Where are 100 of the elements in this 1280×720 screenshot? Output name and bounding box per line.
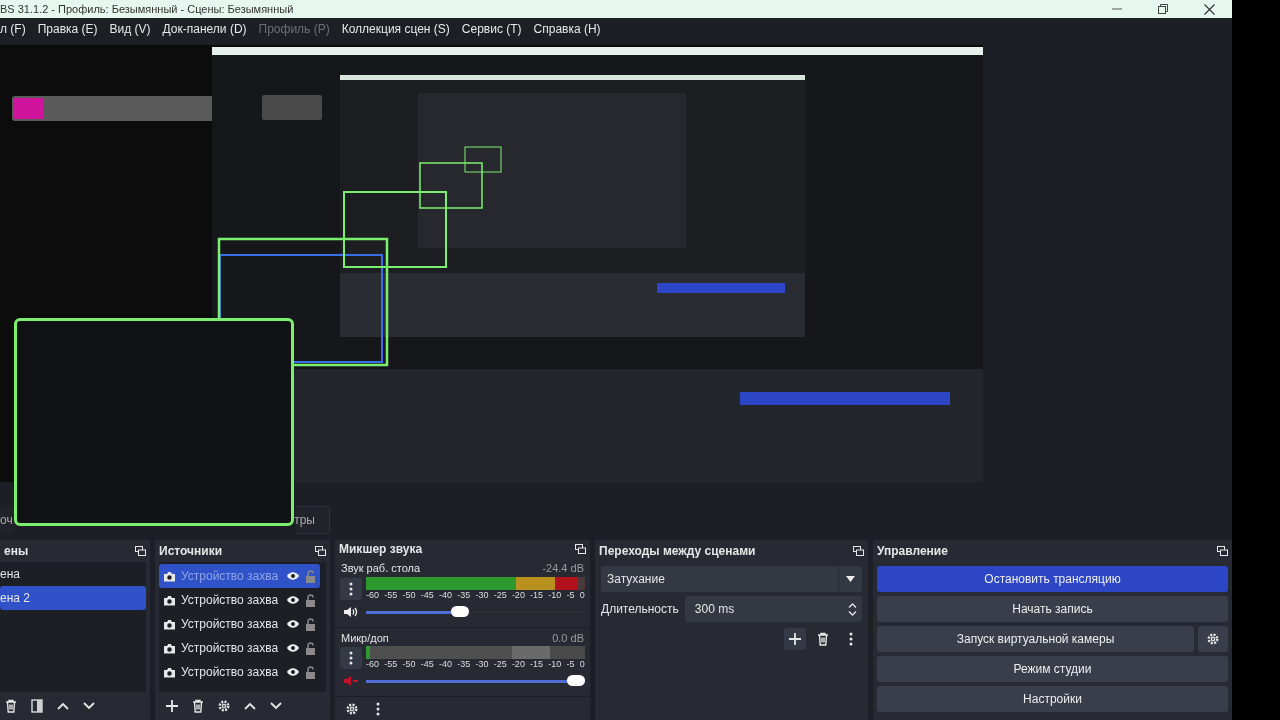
panel-title: Микшер звука xyxy=(339,541,423,558)
transition-dropdown[interactable]: Затухание xyxy=(601,566,862,592)
meter-tick-label: -25 xyxy=(493,659,507,671)
channel-name: Звук раб. стола xyxy=(341,561,421,577)
menu-item[interactable]: л (F) xyxy=(0,20,32,38)
panel-title: ены xyxy=(4,543,29,560)
eye-icon[interactable] xyxy=(286,619,300,629)
volume-thumb[interactable] xyxy=(451,605,470,617)
meter-tick-label: -50 xyxy=(402,589,416,601)
meter-tick-label: -35 xyxy=(457,589,471,601)
more-options-icon[interactable] xyxy=(349,651,353,666)
eye-icon[interactable] xyxy=(286,643,300,653)
eye-icon[interactable] xyxy=(286,595,300,605)
unlocked-lock-icon[interactable] xyxy=(305,665,316,679)
close-icon[interactable] xyxy=(1203,3,1215,15)
meter-tick-label: -5 xyxy=(566,659,575,671)
source-name: Устройство захва xyxy=(181,568,280,585)
menu-item[interactable]: Док-панели (D) xyxy=(156,20,253,38)
eye-icon[interactable] xyxy=(286,667,300,677)
panel-title: Переходы между сценами xyxy=(599,543,756,560)
duration-label: Длительность xyxy=(601,601,679,618)
meter-tick-label: -60 xyxy=(366,589,379,601)
advanced-audio-settings-icon[interactable] xyxy=(345,701,359,716)
meter-tick-label: -35 xyxy=(457,659,471,671)
unlocked-lock-icon[interactable] xyxy=(305,617,316,631)
control-button[interactable]: Остановить трансляцию xyxy=(877,566,1228,592)
channel-menu-button[interactable] xyxy=(340,577,362,600)
toolbar-button[interactable]: тры xyxy=(296,506,330,534)
camera-icon xyxy=(163,618,176,630)
restore-icon[interactable] xyxy=(1158,4,1168,14)
eye-icon[interactable] xyxy=(286,571,300,581)
menu-item[interactable]: Вид (V) xyxy=(103,20,157,38)
speaker-icon xyxy=(343,605,359,618)
menu-item[interactable]: Сервис (T) xyxy=(455,20,528,38)
meter-tick-label: -30 xyxy=(475,589,489,601)
source-name: Устройство захва xyxy=(181,592,280,609)
scene-item[interactable]: ена xyxy=(0,562,146,586)
meter-tick-label: -10 xyxy=(548,659,562,671)
undock-icon[interactable] xyxy=(1217,546,1228,556)
trash-icon[interactable] xyxy=(4,699,18,713)
menu-item[interactable]: Коллекция сцен (S) xyxy=(335,20,456,38)
camera-icon xyxy=(163,570,176,582)
menu-item[interactable]: Справка (H) xyxy=(527,20,607,38)
unlocked-lock-icon[interactable] xyxy=(305,593,316,607)
spin-down-icon[interactable] xyxy=(847,610,857,616)
source-name: Устройство захва xyxy=(181,640,280,657)
meter-tick-label: -5 xyxy=(566,589,575,601)
control-button[interactable]: Начать запись xyxy=(877,596,1228,622)
meter-tick-label: 0 xyxy=(579,659,585,671)
settings-icon[interactable] xyxy=(1206,632,1220,646)
source-item[interactable]: Устройство захва xyxy=(159,660,320,684)
undock-icon[interactable] xyxy=(575,544,586,554)
undock-icon[interactable] xyxy=(135,546,146,556)
meter-tick-label: -45 xyxy=(420,589,434,601)
undock-icon[interactable] xyxy=(853,546,864,556)
spin-up-icon[interactable] xyxy=(847,602,857,608)
trash-icon[interactable] xyxy=(816,632,830,646)
panel-title: Управление xyxy=(877,543,948,560)
source-item[interactable]: Устройство захва xyxy=(159,612,320,636)
duration-field[interactable]: 300 ms xyxy=(684,596,862,622)
toolbar-button[interactable]: оч xyxy=(0,506,14,534)
meter-tick-label: -10 xyxy=(548,589,562,601)
settings-icon[interactable] xyxy=(217,699,231,713)
volume-thumb[interactable] xyxy=(567,675,585,687)
more-options-icon[interactable] xyxy=(376,701,380,716)
volume-slider[interactable] xyxy=(366,604,585,619)
control-button[interactable]: Режим студии xyxy=(877,656,1228,682)
meter-tick-label: -15 xyxy=(530,589,544,601)
meter-tick-label: -30 xyxy=(475,659,489,671)
more-options-icon[interactable] xyxy=(849,632,853,646)
source-item[interactable]: Устройство захва xyxy=(159,588,320,612)
meter-tick-label: -60 xyxy=(366,659,379,671)
control-button[interactable]: Запуск виртуальной камеры xyxy=(877,626,1194,652)
filter-icon[interactable] xyxy=(31,699,43,713)
undock-icon[interactable] xyxy=(315,546,326,556)
camera-icon xyxy=(163,642,176,654)
channel-menu-button[interactable] xyxy=(340,647,362,670)
unlocked-lock-icon[interactable] xyxy=(305,641,316,655)
meter-tick-label: -40 xyxy=(438,659,452,671)
meter-tick-label: -15 xyxy=(530,659,544,671)
meter-tick-label: -20 xyxy=(511,589,525,601)
dropdown-caret-icon xyxy=(846,576,855,582)
more-options-icon[interactable] xyxy=(349,581,353,596)
control-button[interactable]: Настройки xyxy=(877,686,1228,712)
window-title: BS 31.1.2 - Профиль: Безымянный - Сцены: Безымянный xyxy=(0,1,295,17)
plus-icon[interactable] xyxy=(788,632,802,646)
scene-item[interactable]: ена 2 xyxy=(0,586,146,610)
volume-slider[interactable] xyxy=(366,674,585,689)
source-item[interactable]: Устройство захва xyxy=(159,636,320,660)
meter-tick-label: -50 xyxy=(402,659,416,671)
virtual-camera-settings-button[interactable] xyxy=(1198,626,1228,652)
meter-tick-label: -55 xyxy=(384,589,398,601)
meter-tick-label: -40 xyxy=(438,589,452,601)
panel-title: Источники xyxy=(159,543,223,560)
source-name: Устройство захва xyxy=(181,664,280,681)
meter-tick-label: 0 xyxy=(579,589,585,601)
plus-icon[interactable] xyxy=(165,699,179,713)
volume-reading: -24.4 dB xyxy=(542,561,584,577)
menu-item[interactable]: Правка (E) xyxy=(31,20,104,38)
trash-icon[interactable] xyxy=(191,699,205,713)
